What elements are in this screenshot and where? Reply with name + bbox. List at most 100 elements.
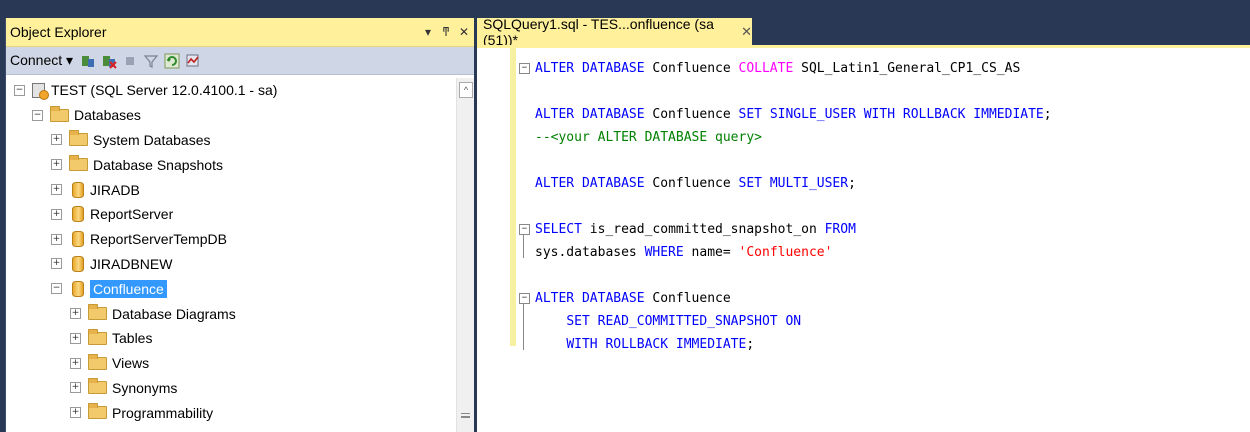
tree-node-label: Tables bbox=[112, 330, 153, 347]
tree-node[interactable]: − Databases bbox=[14, 103, 464, 128]
collapse-icon[interactable]: − bbox=[51, 283, 62, 295]
connect-server-icon[interactable] bbox=[80, 53, 96, 69]
collapse-icon[interactable]: − bbox=[14, 84, 25, 96]
code-line[interactable] bbox=[535, 80, 1052, 103]
disconnect-icon[interactable] bbox=[101, 53, 117, 69]
expand-icon[interactable]: + bbox=[51, 184, 62, 196]
tree-node[interactable]: + Database Diagrams bbox=[14, 301, 464, 326]
refresh-icon[interactable] bbox=[164, 53, 180, 69]
object-explorer-panel: Object Explorer ▾ ͳ ✕ Connect ▾ − TEST (S… bbox=[5, 18, 474, 432]
activity-monitor-icon[interactable] bbox=[185, 53, 201, 69]
tab-sqlquery1[interactable]: SQLQuery1.sql - TES...onfluence (sa (51)… bbox=[477, 15, 752, 48]
tree-node[interactable]: + Tables bbox=[14, 326, 464, 351]
expand-icon[interactable]: + bbox=[51, 208, 62, 220]
tree-node[interactable]: + JIRADB bbox=[14, 177, 464, 202]
tree-node[interactable]: − TEST (SQL Server 12.0.4100.1 - sa) bbox=[14, 78, 464, 103]
tree-node-label: JIRADBNEW bbox=[90, 255, 173, 272]
code-line[interactable]: --<your ALTER DATABASE query> bbox=[535, 126, 1052, 149]
code-token: MULTI_USER bbox=[769, 176, 849, 191]
code-line[interactable] bbox=[535, 149, 1052, 172]
tree-node[interactable]: − Confluence bbox=[14, 276, 464, 301]
fold-collapse-icon[interactable]: − bbox=[519, 293, 530, 304]
code-token: ; bbox=[1043, 107, 1052, 122]
code-token: WHERE bbox=[644, 245, 692, 260]
sql-code[interactable]: − ALTER DATABASE Confluence COLLATE SQL_L… bbox=[519, 57, 1052, 356]
expand-icon[interactable]: + bbox=[70, 382, 81, 394]
fold-collapse-icon[interactable]: − bbox=[519, 224, 530, 235]
code-line[interactable]: SET READ_COMMITTED_SNAPSHOT ON bbox=[535, 310, 1052, 333]
expand-icon[interactable]: + bbox=[70, 357, 81, 369]
tree-node-label: ReportServerTempDB bbox=[90, 231, 227, 248]
code-token: ALTER DATABASE bbox=[535, 176, 653, 191]
folder-icon bbox=[50, 105, 69, 122]
code-line[interactable] bbox=[535, 195, 1052, 218]
expand-icon[interactable]: + bbox=[51, 159, 62, 171]
code-line[interactable] bbox=[535, 264, 1052, 287]
server-icon bbox=[32, 82, 49, 100]
tree-node-label: ReportServer bbox=[90, 206, 174, 223]
tree-node[interactable]: + Programmability bbox=[14, 400, 464, 425]
window-position-dropdown-icon[interactable]: ▾ bbox=[422, 25, 434, 39]
expand-icon[interactable]: + bbox=[70, 332, 81, 344]
code-line[interactable]: sys.databases WHERE name= 'Confluence' bbox=[535, 241, 1052, 264]
tree-node[interactable]: + ReportServer bbox=[14, 202, 464, 227]
code-token: sys.databases bbox=[535, 245, 645, 260]
collapse-icon[interactable]: − bbox=[32, 109, 43, 121]
code-token: SET bbox=[738, 107, 770, 122]
code-line[interactable]: − ALTER DATABASE Confluence bbox=[519, 287, 1052, 310]
close-tab-icon[interactable]: ✕ bbox=[741, 24, 752, 40]
change-tracking-margin bbox=[510, 48, 516, 346]
tree-node[interactable]: + Views bbox=[14, 351, 464, 376]
tree-scrollbar[interactable]: ^ bbox=[456, 78, 474, 432]
code-line[interactable]: − ALTER DATABASE Confluence COLLATE SQL_L… bbox=[519, 57, 1052, 80]
expand-icon[interactable]: + bbox=[51, 134, 62, 146]
connect-button[interactable]: Connect ▾ bbox=[10, 52, 75, 69]
expand-icon[interactable]: + bbox=[51, 258, 62, 270]
query-editor[interactable]: − ALTER DATABASE Confluence COLLATE SQL_L… bbox=[477, 45, 1250, 432]
code-token: SELECT bbox=[535, 222, 590, 237]
code-token: FROM bbox=[824, 222, 856, 237]
object-explorer-toolbar: Connect ▾ bbox=[6, 47, 474, 75]
object-explorer-title-bar: Object Explorer ▾ ͳ ✕ bbox=[6, 18, 474, 47]
code-token: ALTER DATABASE bbox=[535, 107, 653, 122]
filter-icon[interactable] bbox=[143, 53, 159, 69]
fold-guide bbox=[523, 304, 524, 350]
tree-node-label: Database Diagrams bbox=[112, 305, 236, 322]
stop-icon[interactable] bbox=[122, 53, 138, 69]
code-line[interactable]: − SELECT is_read_committed_snapshot_on FR… bbox=[519, 218, 1052, 241]
window-top-strip bbox=[0, 0, 1250, 16]
tree-node[interactable]: + JIRADBNEW bbox=[14, 252, 464, 277]
expand-icon[interactable]: + bbox=[51, 233, 62, 245]
scroll-thumb-grip-icon[interactable] bbox=[461, 413, 470, 418]
tree-node-label: Views bbox=[112, 355, 150, 372]
auto-hide-pin-icon[interactable]: ͳ bbox=[440, 25, 452, 39]
code-token: Confluence bbox=[652, 176, 739, 191]
folder-icon bbox=[88, 403, 107, 420]
tree-node[interactable]: + System Databases bbox=[14, 128, 464, 153]
code-token: COLLATE bbox=[738, 61, 802, 76]
folder-icon bbox=[88, 353, 107, 370]
expand-icon[interactable]: + bbox=[70, 407, 81, 419]
tree-node[interactable]: + Database Snapshots bbox=[14, 152, 464, 177]
folder-icon bbox=[69, 130, 88, 147]
code-line[interactable]: WITH ROLLBACK IMMEDIATE; bbox=[535, 333, 1052, 356]
code-token: ALTER DATABASE bbox=[535, 291, 653, 306]
code-token: ; bbox=[848, 176, 856, 191]
tree-node[interactable]: + Synonyms bbox=[14, 376, 464, 401]
code-line[interactable]: ALTER DATABASE Confluence SET MULTI_USER… bbox=[535, 172, 1052, 195]
database-icon bbox=[72, 231, 84, 248]
tree-node[interactable]: + ReportServerTempDB bbox=[14, 227, 464, 252]
database-icon bbox=[72, 181, 84, 198]
database-icon bbox=[72, 255, 84, 272]
tab-title: SQLQuery1.sql - TES...onfluence (sa (51)… bbox=[483, 15, 714, 48]
scroll-up-icon[interactable]: ^ bbox=[459, 82, 473, 98]
expand-icon[interactable]: + bbox=[70, 308, 81, 320]
code-line[interactable]: ALTER DATABASE Confluence SET SINGLE_USE… bbox=[535, 103, 1052, 126]
fold-collapse-icon[interactable]: − bbox=[519, 63, 530, 74]
close-panel-icon[interactable]: ✕ bbox=[458, 25, 470, 39]
tree-node-label: Database Snapshots bbox=[93, 156, 223, 173]
code-token: name= bbox=[691, 245, 739, 260]
code-token: Confluence bbox=[652, 61, 739, 76]
folder-icon bbox=[88, 378, 107, 395]
